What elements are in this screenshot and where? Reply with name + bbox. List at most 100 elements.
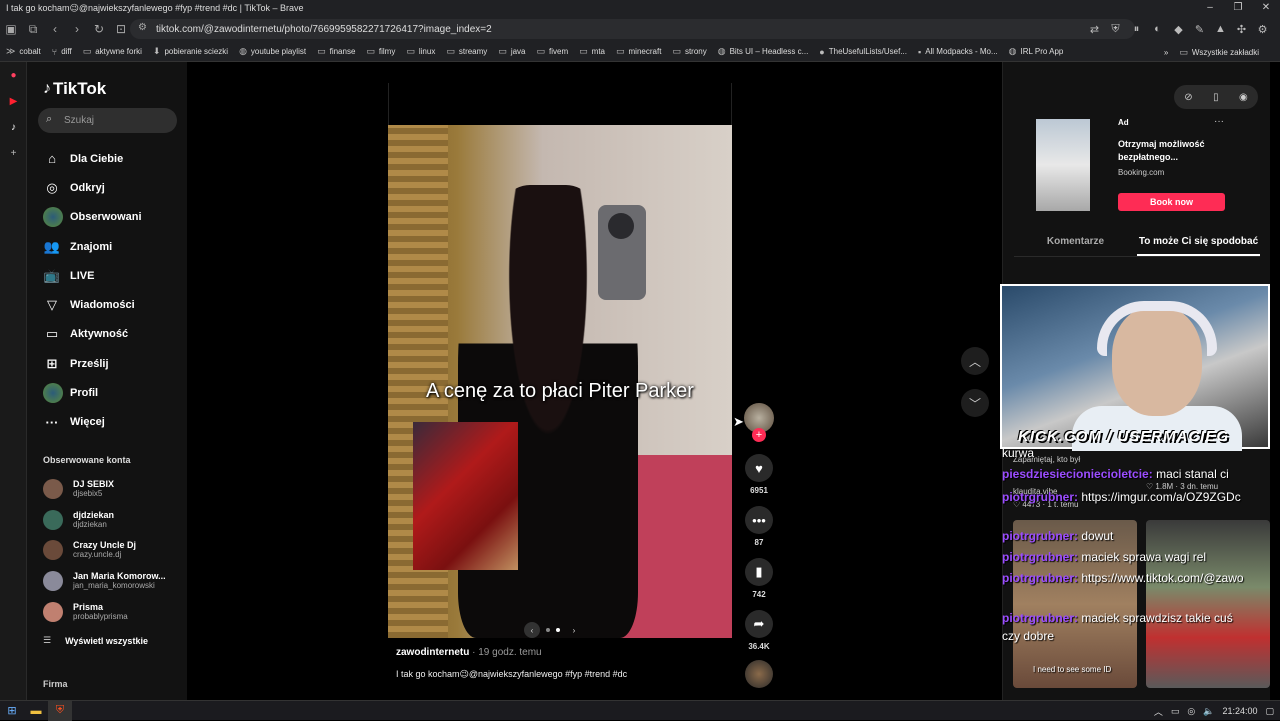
bookmark-item[interactable]: ⑂ diff bbox=[52, 47, 72, 57]
bookmark-item[interactable]: ● TheUsefulLists/Usef... bbox=[819, 47, 907, 57]
bookmark-item[interactable]: ⬇ pobieranie sciezki bbox=[153, 46, 228, 57]
slider-dot-active[interactable] bbox=[556, 628, 560, 632]
all-bookmarks-button[interactable]: ▭ Wszystkie zakładki bbox=[1179, 47, 1259, 58]
bookmark-item[interactable]: ▪ All Modpacks - Mo... bbox=[918, 47, 998, 57]
search-input[interactable]: ⌕ Szukaj bbox=[38, 108, 177, 133]
headset-icon[interactable]: ◎ bbox=[1187, 706, 1195, 717]
sidebar-toggle-icon[interactable]: ▣ bbox=[0, 18, 22, 40]
bookmark-item[interactable]: ▭ minecraft bbox=[616, 46, 661, 57]
footer-company-link[interactable]: Firma bbox=[43, 679, 68, 689]
maximize-button[interactable]: ❐ bbox=[1224, 0, 1252, 16]
prev-post-button[interactable]: ︿ bbox=[961, 347, 989, 375]
sidebar-item-avatar[interactable]: Obserwowani bbox=[43, 203, 142, 232]
bookmark-item[interactable]: ▭ java bbox=[498, 46, 525, 57]
followed-account[interactable]: djdziekan djdziekan bbox=[43, 505, 166, 536]
slider-next-button[interactable]: › bbox=[566, 622, 582, 638]
forward-icon[interactable]: › bbox=[66, 18, 88, 40]
share-icon[interactable]: ➦ bbox=[745, 610, 773, 638]
bookmarks-more-button[interactable]: » bbox=[1164, 48, 1168, 57]
bookmark-item[interactable]: ◍ Bits UI – Headless c... bbox=[718, 46, 809, 57]
comment-icon[interactable]: ••• bbox=[745, 506, 773, 534]
site-info-icon[interactable]: ⚙ bbox=[138, 22, 147, 33]
bookmark-item[interactable]: ◍ youtube playlist bbox=[239, 46, 306, 57]
extension-icon[interactable]: ✎ bbox=[1190, 19, 1209, 39]
extension-icon[interactable]: ⚙ bbox=[1253, 19, 1272, 39]
clock[interactable]: 21:24:00 bbox=[1222, 706, 1257, 716]
network-icon[interactable]: ▭ bbox=[1171, 706, 1180, 717]
address-bar[interactable]: ⚙ tiktok.com/@zawodinternetu/photo/76699… bbox=[130, 19, 1135, 39]
followed-account[interactable]: Crazy Uncle Dj crazy.uncle.dj bbox=[43, 535, 166, 566]
recommended-card[interactable]: I need to see some ID bbox=[1013, 520, 1137, 688]
music-disc[interactable] bbox=[741, 660, 777, 688]
author-name[interactable]: zawodinternetu bbox=[396, 647, 469, 658]
tiktok-logo[interactable]: ♪ TikTok bbox=[43, 79, 106, 99]
bookmark-icon[interactable]: ⊡ bbox=[110, 18, 132, 40]
heart-icon[interactable]: ♥ bbox=[745, 454, 773, 482]
sidebar-item-more[interactable]: ··· Więcej bbox=[43, 408, 142, 437]
bookmark-item[interactable]: ▭ mta bbox=[579, 46, 605, 57]
bookmark-item[interactable]: ◍ IRL Pro App bbox=[1009, 46, 1064, 57]
book-now-button[interactable]: Book now bbox=[1118, 193, 1225, 211]
ad-title[interactable]: Otrzymaj możliwość bezpłatnego... bbox=[1118, 138, 1228, 164]
extension-icon[interactable]: ◆ bbox=[1169, 19, 1188, 39]
profile-avatar-icon[interactable]: ◉ bbox=[1239, 92, 1248, 103]
coin-icon[interactable]: ⊘ bbox=[1184, 92, 1192, 103]
back-icon[interactable]: ‹ bbox=[44, 18, 66, 40]
url-text[interactable]: tiktok.com/@zawodinternetu/photo/7669959… bbox=[156, 24, 492, 35]
reload-icon[interactable]: ↻ bbox=[88, 18, 110, 40]
sidebar-item-compass[interactable]: ◎ Odkryj bbox=[43, 173, 142, 202]
sidebar-item-home[interactable]: ⌂ Dla Ciebie bbox=[43, 144, 142, 173]
bookmark-item[interactable]: ▭ fivem bbox=[537, 46, 569, 57]
music-disc-icon[interactable] bbox=[745, 660, 773, 688]
puzzle-icon[interactable]: ✣ bbox=[1232, 19, 1251, 39]
device-icon[interactable]: ▯ bbox=[1213, 92, 1219, 103]
tray-arrow-icon[interactable]: ︿ bbox=[1154, 705, 1163, 718]
sidebar-item-upload[interactable]: ⊞ Prześlij bbox=[43, 349, 142, 378]
next-post-button[interactable]: ﹀ bbox=[961, 389, 989, 417]
slider-dot[interactable] bbox=[546, 628, 550, 632]
sidebar-item-live[interactable]: 📺 LIVE bbox=[43, 261, 142, 290]
file-explorer-icon[interactable]: ▬ bbox=[24, 701, 48, 721]
youtube-icon[interactable]: ▶ bbox=[0, 88, 27, 114]
sidebar-item-profile[interactable]: Profil bbox=[43, 378, 142, 407]
bookmark-item[interactable]: ▭ strony bbox=[672, 46, 706, 57]
volume-icon[interactable]: 🔈 bbox=[1203, 706, 1214, 717]
extension-icon[interactable]: ▲ bbox=[1211, 19, 1230, 39]
slider-prev-button[interactable]: ‹ bbox=[524, 622, 540, 638]
recommended-card[interactable] bbox=[1146, 520, 1270, 688]
windows-start-icon[interactable]: ⊞ bbox=[0, 701, 24, 721]
bookmark-item[interactable]: ▭ aktywne forki bbox=[83, 46, 142, 57]
bookmark-item[interactable]: ▭ linux bbox=[406, 46, 435, 57]
bookmark-item[interactable]: ▭ filmy bbox=[366, 46, 395, 57]
add-panel-icon[interactable]: + bbox=[0, 140, 27, 166]
media-icon[interactable]: ♫ bbox=[1274, 19, 1280, 39]
follow-plus-icon[interactable]: + bbox=[752, 428, 766, 442]
tab-recommended[interactable]: To może Ci się spodobać bbox=[1137, 230, 1260, 256]
tabs-icon[interactable]: ⧉ bbox=[22, 18, 44, 40]
ad-image[interactable] bbox=[1036, 119, 1090, 211]
tiktok-icon[interactable]: ♪ bbox=[0, 114, 27, 140]
brave-shield-icon[interactable]: ⛨ bbox=[1106, 19, 1125, 39]
followed-account[interactable]: Prisma probablyprisma bbox=[43, 596, 166, 627]
bookmark-item[interactable]: ▭ streamy bbox=[446, 46, 487, 57]
author-avatar-button[interactable]: + bbox=[741, 403, 777, 442]
followed-account[interactable]: DJ SEBIX djsebix5 bbox=[43, 474, 166, 505]
pause-icon[interactable]: ⏸ bbox=[1127, 19, 1146, 39]
bookmark-save-icon[interactable]: ▮ bbox=[745, 558, 773, 586]
sidebar-item-messages[interactable]: ▽ Wiadomości bbox=[43, 290, 142, 319]
tab-comments[interactable]: Komentarze bbox=[1014, 230, 1137, 256]
brave-taskbar-icon[interactable]: ⛨ bbox=[48, 700, 72, 721]
sidebar-item-friends[interactable]: 👥 Znajomi bbox=[43, 232, 142, 261]
extension-icon[interactable]: ◐ bbox=[1148, 19, 1167, 39]
bookmark-item[interactable]: ≫ cobalt bbox=[6, 46, 41, 57]
translate-icon[interactable]: ⇄ bbox=[1085, 19, 1104, 39]
sidebar-item-activity[interactable]: ▭ Aktywność bbox=[43, 320, 142, 349]
bookmark-item[interactable]: ▭ finanse bbox=[317, 46, 355, 57]
strip-app-icon[interactable]: ● bbox=[0, 62, 27, 88]
show-all-button[interactable]: ☰ Wyświetl wszystkie bbox=[43, 635, 148, 646]
notification-icon[interactable]: ▢ bbox=[1265, 706, 1274, 717]
ad-menu-icon[interactable]: ··· bbox=[1214, 116, 1224, 127]
minimize-button[interactable]: – bbox=[1196, 0, 1224, 16]
followed-account[interactable]: Jan Maria Komorow... jan_maria_komorowski bbox=[43, 566, 166, 597]
close-window-button[interactable]: ✕ bbox=[1252, 0, 1280, 16]
